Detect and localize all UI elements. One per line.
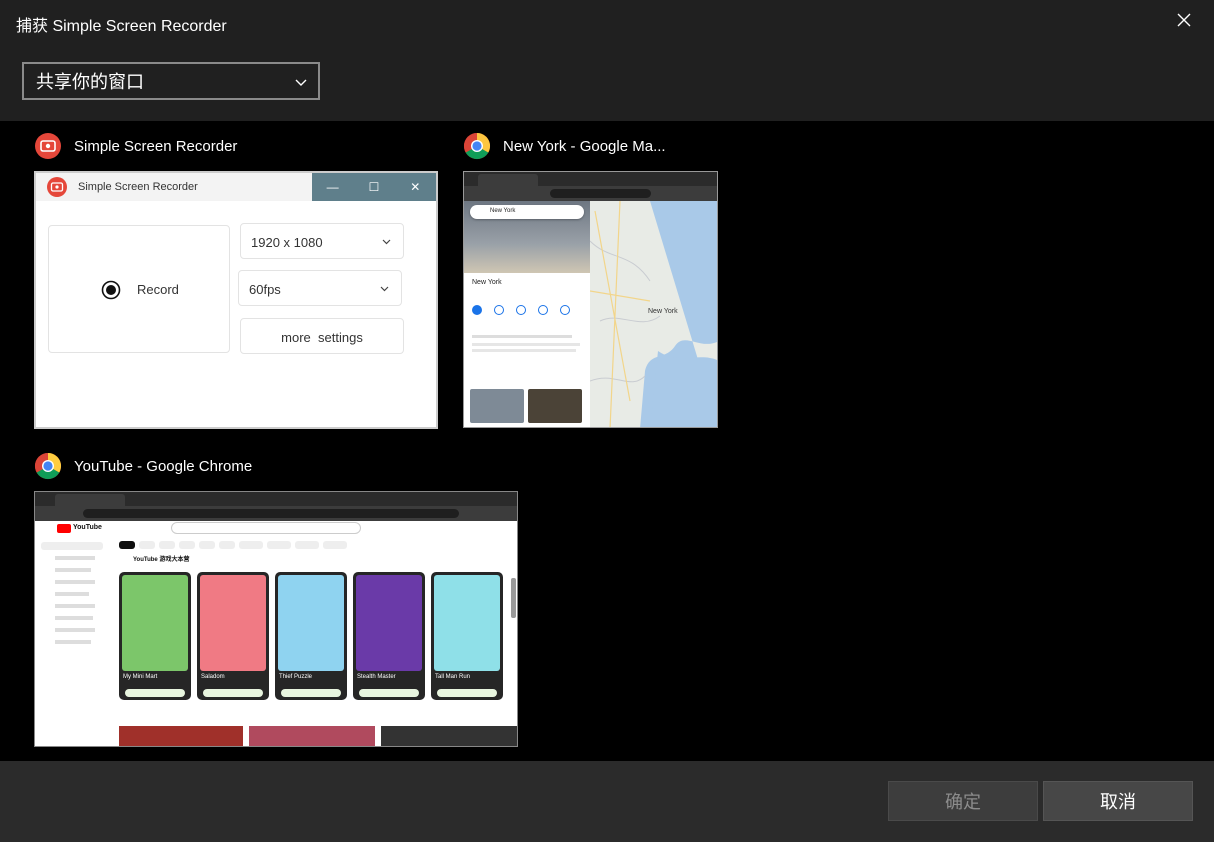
window-title: YouTube - Google Chrome [74, 457, 253, 475]
window-thumbnail-maps[interactable]: New York New York New York [463, 171, 718, 428]
preview-resolution: 1920 x 1080 [251, 235, 323, 250]
game-title: Stealth Master [357, 674, 396, 680]
chevron-down-icon [295, 79, 307, 86]
record-icon [101, 280, 121, 300]
window-thumbnail-ssr[interactable]: Simple Screen Recorder — ☐ ✕ Record 1920… [34, 171, 438, 429]
preview-fps-select: 60fps [238, 270, 402, 306]
title-bar: 捕获 Simple Screen Recorder [0, 0, 1214, 42]
preview-fps: 60fps [249, 282, 281, 297]
youtube-section-title: YouTube 游戏大本营 [133, 557, 190, 563]
window-item-maps-label[interactable]: New York - Google Ma... [463, 132, 666, 160]
preview-tabbar [35, 492, 517, 506]
game-card: Tall Man Run [431, 572, 503, 700]
preview-settings-label: more settings [281, 330, 363, 345]
youtube-logo: YouTube [73, 524, 102, 531]
confirm-button[interactable]: 确定 [888, 781, 1038, 821]
window-item-ssr-label[interactable]: Simple Screen Recorder [34, 132, 237, 160]
game-title: Tall Man Run [435, 674, 471, 680]
game-title: My Mini Mart [123, 674, 158, 680]
preview-app-title: Simple Screen Recorder [78, 181, 198, 193]
dialog-footer: 确定 取消 [0, 761, 1214, 842]
game-card: Saladom [197, 572, 269, 700]
map-city-label: New York [648, 308, 678, 315]
game-card: My Mini Mart [119, 572, 191, 700]
ssr-app-icon [35, 133, 61, 159]
maps-search-text: New York [490, 208, 516, 214]
close-icon [1177, 13, 1191, 27]
source-select-value: 共享你的窗口 [36, 72, 144, 92]
game-card: Stealth Master [353, 572, 425, 700]
chrome-icon [34, 452, 62, 480]
preview-tabbar [464, 172, 717, 186]
youtube-sidebar [41, 542, 103, 742]
preview-window-controls: — ☐ ✕ [312, 173, 436, 201]
preview-record-label: Record [137, 282, 179, 297]
youtube-logo-icon [57, 524, 71, 533]
preview-record-card: Record [48, 225, 230, 353]
ssr-app-icon [47, 177, 67, 197]
window-title: Simple Screen Recorder [74, 137, 238, 155]
chevron-down-icon [380, 286, 389, 292]
dialog-title: 捕获 Simple Screen Recorder [16, 18, 227, 35]
chevron-down-icon [382, 239, 391, 245]
cancel-button[interactable]: 取消 [1043, 781, 1193, 821]
preview-titlebar: Simple Screen Recorder — ☐ ✕ [36, 173, 436, 201]
game-card: Thief Puzzle [275, 572, 347, 700]
close-button[interactable] [1162, 0, 1206, 40]
chrome-icon [463, 132, 491, 160]
preview-settings-button: more settings [240, 318, 404, 354]
preview-addressbar [464, 186, 717, 201]
window-item-youtube-label[interactable]: YouTube - Google Chrome [34, 452, 252, 480]
window-title: New York - Google Ma... [503, 137, 666, 155]
map-view: New York [590, 201, 717, 427]
game-title: Thief Puzzle [279, 674, 313, 680]
maximize-icon: ☐ [368, 180, 380, 194]
window-list: Simple Screen Recorder Simple Screen Rec… [0, 121, 1214, 761]
game-title: Saladom [201, 674, 225, 680]
close-icon: ✕ [410, 180, 421, 194]
source-select[interactable]: 共享你的窗口 [22, 62, 320, 100]
minimize-icon: — [326, 180, 339, 194]
maps-side-panel: New York New York [464, 201, 590, 427]
window-thumbnail-youtube[interactable]: YouTube YouTube 游戏大本营 My Mini Mart Salad… [34, 491, 518, 747]
maps-place-title: New York [472, 279, 502, 286]
preview-resolution-select: 1920 x 1080 [240, 223, 404, 259]
preview-addressbar [35, 506, 517, 521]
